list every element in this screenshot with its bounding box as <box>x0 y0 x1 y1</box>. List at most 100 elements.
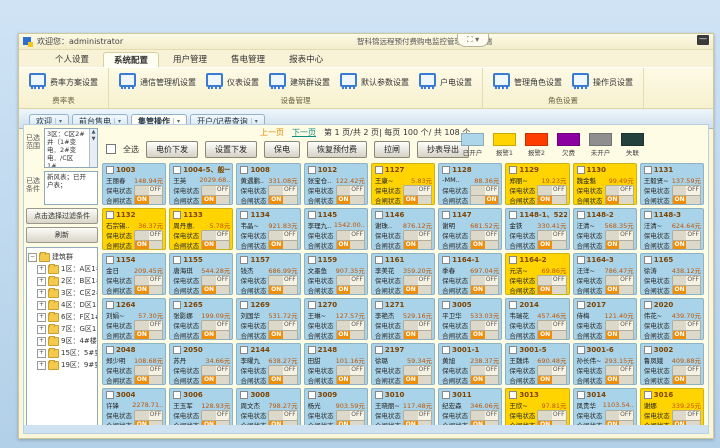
keep-power-toggle[interactable]: OFF <box>268 365 297 376</box>
card-checkbox[interactable] <box>509 346 517 354</box>
card-checkbox[interactable] <box>308 391 316 399</box>
ribbon-button[interactable]: 仪表设置 <box>206 73 259 91</box>
gate-status-toggle[interactable]: ON <box>201 195 230 206</box>
ribbon-button[interactable]: 默认参数设置 <box>340 73 409 91</box>
card-checkbox[interactable] <box>375 256 383 264</box>
toolbar-button-1[interactable]: 电价下发 <box>146 141 198 158</box>
menu-item-4[interactable]: 售电管理 <box>221 52 275 67</box>
keep-power-toggle[interactable]: OFF <box>672 185 701 196</box>
keep-power-toggle[interactable]: OFF <box>672 365 701 376</box>
keep-power-toggle[interactable]: OFF <box>134 185 163 196</box>
tree-node[interactable]: +2区：B区1#井(B区 <box>28 276 96 286</box>
gate-status-toggle[interactable]: ON <box>470 240 499 251</box>
keep-power-toggle[interactable]: OFF <box>470 230 499 241</box>
gate-status-toggle[interactable]: ON <box>201 240 230 251</box>
menu-item-2[interactable]: 系统配置 <box>103 52 159 67</box>
card-checkbox[interactable] <box>442 211 450 219</box>
refresh-button[interactable]: 刷新 <box>26 227 98 243</box>
card-checkbox[interactable] <box>442 346 450 354</box>
keep-power-toggle[interactable]: OFF <box>134 365 163 376</box>
menu-item-3[interactable]: 用户管理 <box>163 52 217 67</box>
gate-status-toggle[interactable]: ON <box>134 285 163 296</box>
gate-status-toggle[interactable]: ON <box>605 375 634 386</box>
keep-power-toggle[interactable]: OFF <box>470 275 499 286</box>
tree-root[interactable]: −建筑群 <box>28 252 96 262</box>
keep-power-toggle[interactable]: OFF <box>336 230 365 241</box>
expand-icon[interactable]: + <box>37 277 46 286</box>
card-checkbox[interactable] <box>240 211 248 219</box>
gate-status-toggle[interactable]: ON <box>672 195 701 206</box>
tree-node[interactable]: +9区：4#楼电井（4 <box>28 336 96 346</box>
card-checkbox[interactable] <box>644 166 652 174</box>
card-checkbox[interactable] <box>375 391 383 399</box>
gate-status-toggle[interactable]: ON <box>268 240 297 251</box>
scrollbar[interactable]: ▲▼ <box>89 129 97 167</box>
keep-power-toggle[interactable]: OFF <box>672 410 701 421</box>
card-checkbox[interactable] <box>375 211 383 219</box>
keep-power-toggle[interactable]: OFF <box>672 230 701 241</box>
keep-power-toggle[interactable]: OFF <box>201 230 230 241</box>
expand-icon[interactable]: + <box>37 361 46 370</box>
keep-power-toggle[interactable]: OFF <box>403 185 432 196</box>
expand-icon[interactable]: + <box>37 349 46 358</box>
toolbar-button-5[interactable]: 拉闸 <box>374 141 410 158</box>
gate-status-toggle[interactable]: ON <box>268 195 297 206</box>
keep-power-toggle[interactable]: OFF <box>537 230 566 241</box>
card-checkbox[interactable] <box>173 391 181 399</box>
expand-icon[interactable]: + <box>37 337 46 346</box>
keep-power-toggle[interactable]: OFF <box>403 275 432 286</box>
choose-filter-button[interactable]: 点击选择过滤条件 <box>26 208 98 224</box>
ribbon-button[interactable]: 户电设置 <box>419 73 472 91</box>
expand-icon[interactable]: + <box>37 265 46 274</box>
card-checkbox[interactable] <box>442 166 450 174</box>
card-checkbox[interactable] <box>577 256 585 264</box>
keep-power-toggle[interactable]: OFF <box>201 275 230 286</box>
expand-icon[interactable]: + <box>37 289 46 298</box>
tree-node[interactable]: +1区：A区1#井 <box>28 264 96 274</box>
toolbar-button-3[interactable]: 保电 <box>264 141 300 158</box>
card-checkbox[interactable] <box>308 166 316 174</box>
keep-power-toggle[interactable]: OFF <box>537 365 566 376</box>
keep-power-toggle[interactable]: OFF <box>403 230 432 241</box>
keep-power-toggle[interactable]: OFF <box>403 320 432 331</box>
card-checkbox[interactable] <box>577 391 585 399</box>
gate-status-toggle[interactable]: ON <box>403 285 432 296</box>
keep-power-toggle[interactable]: OFF <box>134 410 163 421</box>
gate-status-toggle[interactable]: ON <box>537 240 566 251</box>
tree-node[interactable]: +15区：5#变站（3 <box>28 348 96 358</box>
keep-power-toggle[interactable]: OFF <box>403 365 432 376</box>
keep-power-toggle[interactable]: OFF <box>605 275 634 286</box>
toolbar-button-2[interactable]: 设置下发 <box>205 141 257 158</box>
card-checkbox[interactable] <box>644 301 652 309</box>
gate-status-toggle[interactable]: ON <box>403 330 432 341</box>
gate-status-toggle[interactable]: ON <box>336 240 365 251</box>
card-checkbox[interactable] <box>106 346 114 354</box>
ribbon-button[interactable]: 管理角色设置 <box>493 73 562 91</box>
selected-range-box[interactable]: 3区：C区2#井（1#变电．2#变电．/C区1#… ▲▼ <box>44 128 98 168</box>
ribbon-button[interactable]: 通信管理机设置 <box>119 73 196 91</box>
card-checkbox[interactable] <box>308 211 316 219</box>
ribbon-button[interactable]: 操作员设置 <box>572 73 633 91</box>
toolbar-button-4[interactable]: 恢复预付费 <box>307 141 367 158</box>
card-checkbox[interactable] <box>577 211 585 219</box>
keep-power-toggle[interactable]: OFF <box>336 320 365 331</box>
card-checkbox[interactable] <box>442 391 450 399</box>
card-checkbox[interactable] <box>240 346 248 354</box>
gate-status-toggle[interactable]: ON <box>672 240 701 251</box>
gate-status-toggle[interactable]: ON <box>470 375 499 386</box>
keep-power-toggle[interactable]: OFF <box>470 365 499 376</box>
tree-node[interactable]: +6区：F区1#井（F） <box>28 312 96 322</box>
gate-status-toggle[interactable]: ON <box>470 330 499 341</box>
keep-power-toggle[interactable]: OFF <box>134 275 163 286</box>
card-checkbox[interactable] <box>240 256 248 264</box>
prev-page-link[interactable]: 上一页 <box>260 127 284 138</box>
selected-condition-box[interactable]: 新风表；已开户表； <box>44 171 98 205</box>
keep-power-toggle[interactable]: OFF <box>268 410 297 421</box>
gate-status-toggle[interactable]: ON <box>268 285 297 296</box>
keep-power-toggle[interactable]: OFF <box>470 185 499 196</box>
keep-power-toggle[interactable]: OFF <box>336 185 365 196</box>
card-checkbox[interactable] <box>577 166 585 174</box>
card-checkbox[interactable] <box>173 301 181 309</box>
card-checkbox[interactable] <box>106 391 114 399</box>
gate-status-toggle[interactable]: ON <box>201 285 230 296</box>
